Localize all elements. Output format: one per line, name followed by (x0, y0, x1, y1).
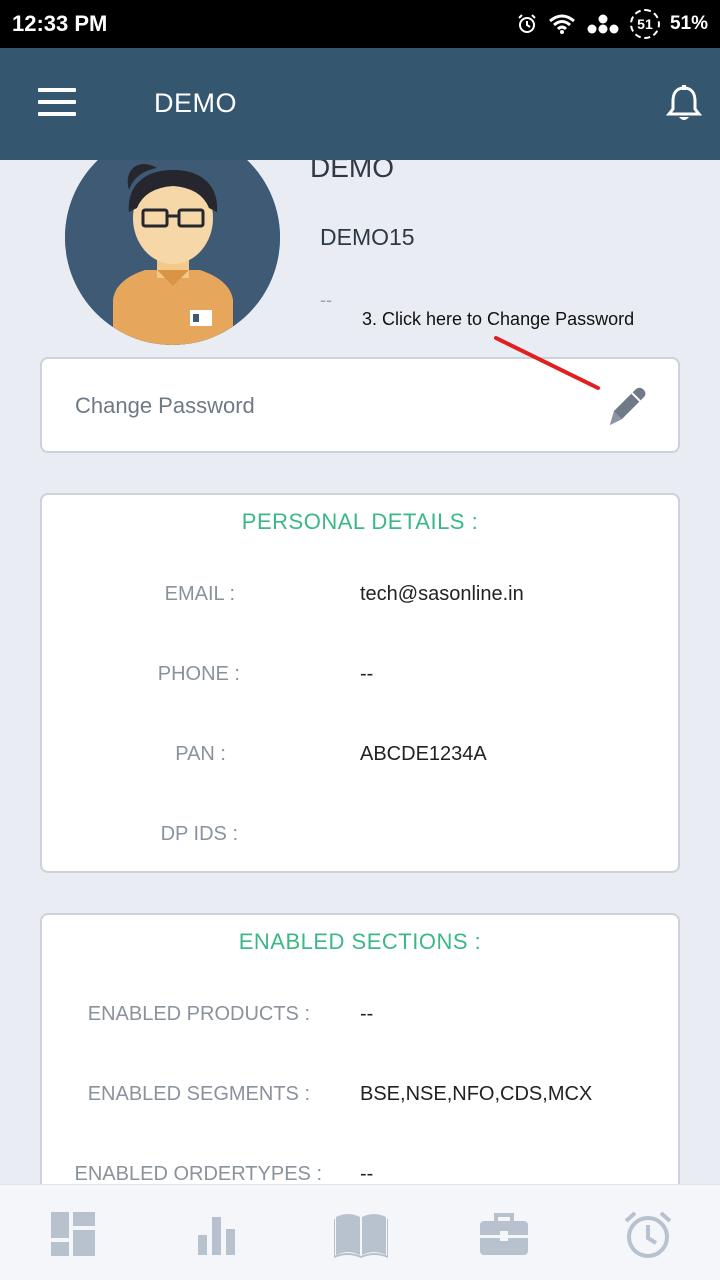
bar-chart-icon (198, 1217, 235, 1255)
annotation-arrow-icon (494, 336, 600, 390)
email-label: EMAIL : (164, 583, 235, 605)
user-avatar-icon (65, 130, 280, 345)
nav-charts-button[interactable] (192, 1209, 242, 1259)
enabled-products-value: -- (360, 1003, 374, 1025)
app-title: DEMO (154, 88, 237, 118)
wifi-icon (549, 14, 575, 34)
hamburger-icon (38, 88, 76, 92)
hamburger-menu-button[interactable] (38, 88, 76, 118)
bottom-navigation (0, 1184, 720, 1280)
enabled-sections-card: ENABLED SECTIONS : ENABLED PRODUCTS : --… (40, 913, 680, 1213)
enabled-segments-label: ENABLED SEGMENTS : (87, 1083, 310, 1105)
email-value: tech@sasonline.in (360, 583, 524, 605)
phone-value: -- (360, 663, 374, 685)
book-icon (333, 1214, 389, 1259)
phone-label: PHONE : (157, 663, 240, 685)
status-icons: 51 51% (516, 9, 708, 39)
status-bar: 12:33 PM 51 51% (0, 0, 720, 48)
dp-ids-label: DP IDS : (160, 823, 238, 845)
battery-percent: 51% (669, 13, 708, 34)
enabled-ordertypes-label: ENABLED ORDERTYPES : (74, 1163, 322, 1185)
enabled-sections-heading: ENABLED SECTIONS : (238, 929, 482, 954)
app-bar: DEMO (0, 48, 720, 160)
profile-avatar (65, 130, 280, 345)
enabled-products-label: ENABLED PRODUCTS : (87, 1003, 310, 1025)
nav-portfolio-button[interactable] (478, 1209, 528, 1259)
pan-value: ABCDE1234A (360, 743, 487, 765)
alarm-icon (518, 14, 536, 33)
briefcase-icon (480, 1213, 528, 1255)
nav-book-button[interactable] (333, 1209, 389, 1259)
nav-dashboard-button[interactable] (48, 1209, 98, 1259)
battery-ring-icon: 51 (629, 9, 660, 39)
bell-icon (665, 85, 703, 120)
personal-details-card: PERSONAL DETAILS : EMAIL : tech@sasonlin… (40, 493, 680, 873)
hamburger-line (38, 100, 76, 104)
profile-user-id: DEMO15 (320, 224, 415, 250)
dots-icon (587, 14, 619, 34)
notification-button[interactable] (665, 84, 703, 124)
enabled-ordertypes-value: -- (360, 1163, 374, 1185)
personal-details-heading: PERSONAL DETAILS : (241, 509, 479, 534)
hamburger-line (38, 112, 76, 116)
alarm-clock-icon (624, 1211, 672, 1258)
annotation-text: 3. Click here to Change Password (362, 309, 635, 329)
pan-label: PAN : (175, 743, 226, 765)
dashboard-icon (51, 1212, 95, 1256)
profile-extra: -- (320, 290, 332, 310)
status-time: 12:33 PM (12, 11, 108, 36)
nav-alerts-button[interactable] (622, 1209, 672, 1259)
change-password-label: Change Password (75, 393, 255, 418)
enabled-segments-value: BSE,NSE,NFO,CDS,MCX (360, 1083, 593, 1105)
